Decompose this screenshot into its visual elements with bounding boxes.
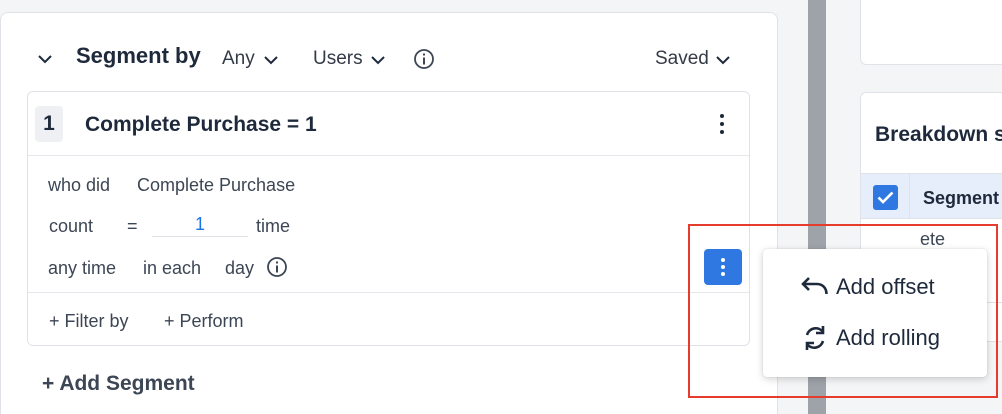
select-all-checkbox[interactable] (873, 185, 898, 210)
saved-dropdown[interactable]: Saved (655, 48, 709, 70)
undo-arrow-icon (801, 273, 829, 301)
checkmark-icon (877, 191, 894, 204)
users-dropdown[interactable]: Users (313, 48, 363, 70)
any-dropdown-label: Any (222, 48, 255, 69)
perform-button[interactable]: + Perform (164, 310, 244, 332)
table-cell: ete (920, 229, 946, 249)
filter-by-button[interactable]: + Filter by (49, 310, 129, 332)
segment-title: Segment by (76, 43, 201, 68)
card-divider (28, 292, 749, 293)
event-card: 1 Complete Purchase = 1 who did Complete… (27, 91, 750, 346)
any-chevron-down-icon[interactable] (264, 53, 278, 67)
vertical-dots-icon (721, 258, 725, 262)
saved-chevron-down-icon[interactable] (716, 53, 730, 67)
event-title[interactable]: Complete Purchase = 1 (85, 113, 317, 137)
step-number-badge: 1 (35, 106, 63, 142)
in-each-label: in each (143, 258, 202, 278)
collapse-chevron-icon[interactable] (38, 52, 52, 66)
count-label[interactable]: count (49, 215, 93, 237)
add-offset-menu-item[interactable]: Add offset (763, 262, 987, 312)
event-card-header: 1 Complete Purchase = 1 (28, 92, 749, 156)
info-icon[interactable] (413, 48, 435, 70)
time-range-select[interactable]: any time (48, 257, 116, 279)
options-dropdown-menu: Add offset Add rolling (763, 249, 987, 377)
users-chevron-down-icon[interactable] (371, 53, 385, 67)
right-top-panel (860, 0, 1002, 65)
count-value-input[interactable] (152, 213, 248, 237)
operator-select[interactable]: = (127, 215, 138, 237)
row-options-button[interactable] (704, 249, 742, 285)
add-segment-button[interactable]: + Add Segment (42, 372, 195, 396)
add-rolling-label: Add rolling (836, 325, 940, 350)
time-unit-label: time (256, 216, 291, 236)
users-dropdown-label: Users (313, 48, 363, 69)
any-dropdown[interactable]: Any (222, 48, 255, 70)
interval-select[interactable]: day (225, 257, 254, 279)
who-did-label: who did (48, 175, 111, 195)
event-name-select[interactable]: Complete Purchase (137, 174, 295, 196)
breakdown-title: Breakdown s (875, 123, 1002, 146)
event-more-icon[interactable] (716, 114, 728, 134)
add-offset-label: Add offset (836, 274, 935, 299)
add-rolling-menu-item[interactable]: Add rolling (763, 313, 987, 363)
interval-info-icon[interactable] (266, 256, 288, 278)
segment-column-header[interactable]: Segment (923, 188, 999, 209)
saved-dropdown-label: Saved (655, 48, 709, 69)
breakdown-table-header: Segment (861, 173, 1002, 219)
rotate-arrows-icon (801, 324, 829, 352)
